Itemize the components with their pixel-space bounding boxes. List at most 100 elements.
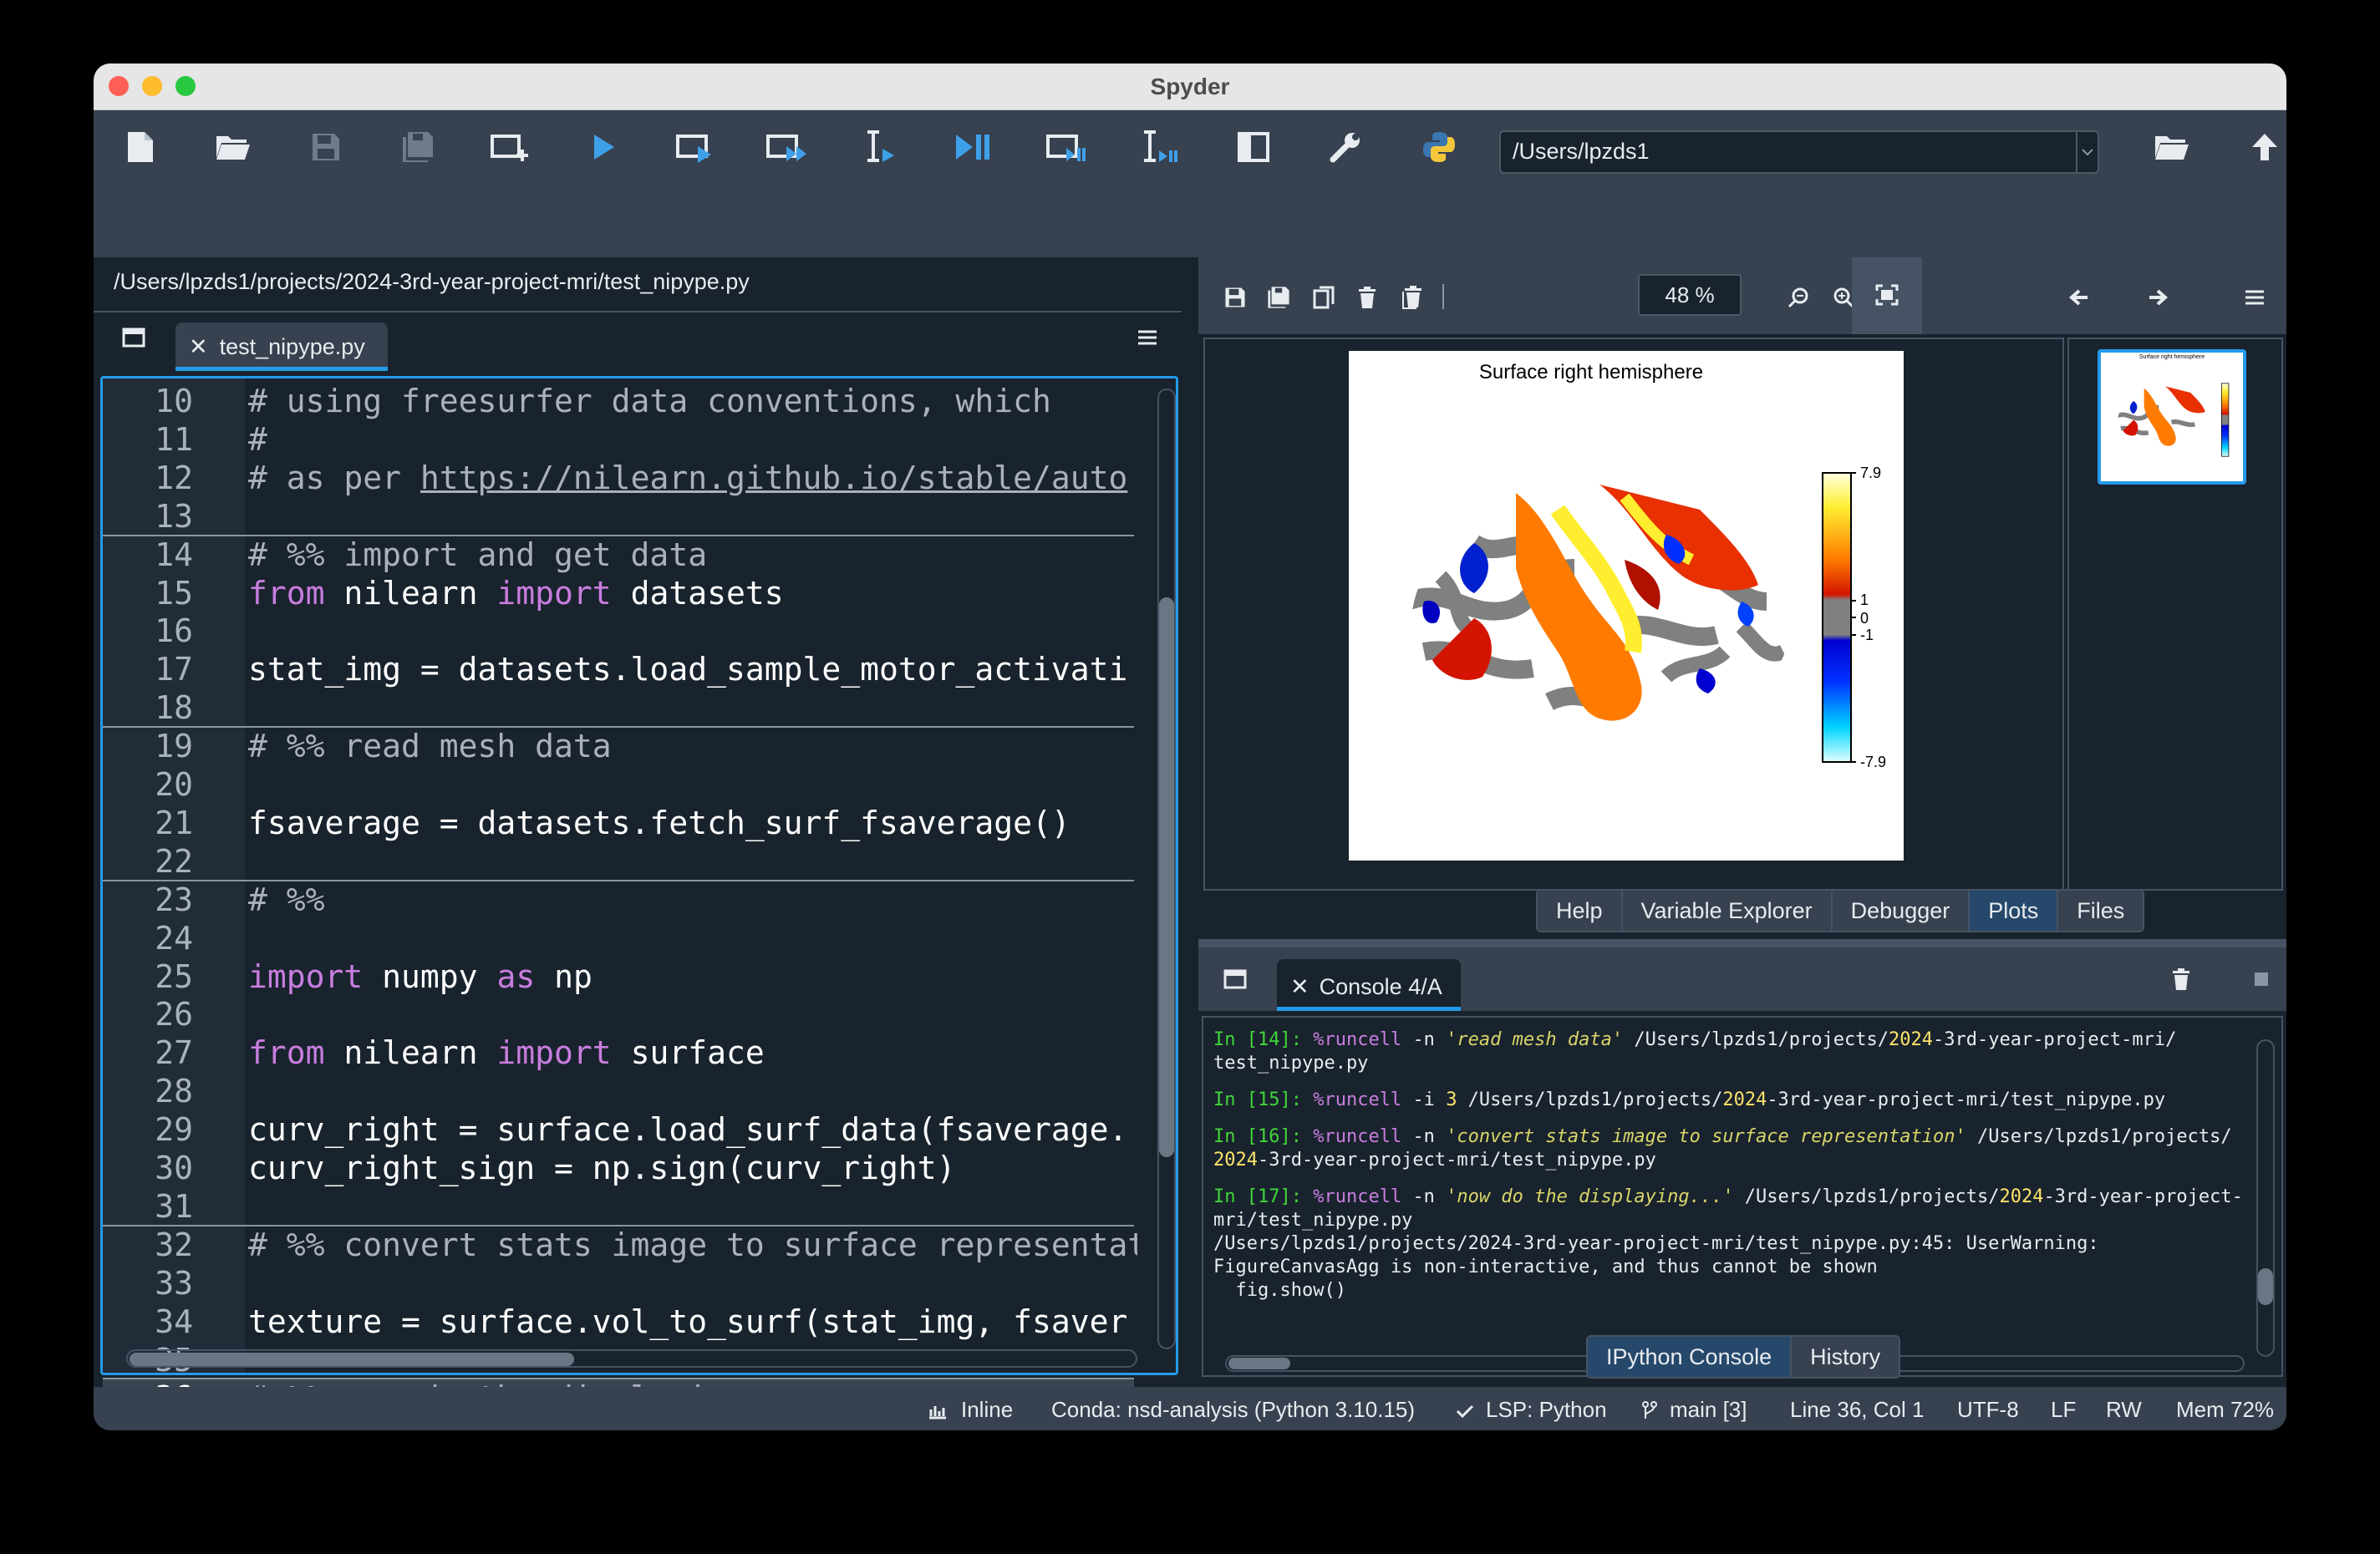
code-line[interactable]: 19 # %% read mesh data — [103, 727, 1139, 765]
browse-consoles-icon[interactable] — [1223, 969, 1247, 993]
code-line[interactable]: 18 — [103, 688, 1139, 727]
zoom-out-icon[interactable] — [1778, 277, 1818, 317]
new-file-icon[interactable] — [114, 120, 167, 174]
line-number: 32 — [155, 1226, 193, 1263]
console-token: /Users/lpzds1/projects/ — [1457, 1089, 1723, 1110]
console-token: mri/test_nipype.py — [1213, 1210, 1413, 1231]
run-selection-icon[interactable] — [854, 120, 908, 174]
parent-dir-icon[interactable] — [2238, 120, 2286, 174]
console-vertical-scroll-thumb[interactable] — [2258, 1268, 2273, 1305]
tab-debugger[interactable]: Debugger — [1832, 891, 1971, 931]
tab-variable-explorer[interactable]: Variable Explorer — [1622, 891, 1833, 931]
save-all-plots-icon[interactable] — [1259, 277, 1299, 317]
toolbar-divider — [1442, 284, 1444, 309]
remove-plot-icon[interactable] — [1347, 277, 1387, 317]
code-line[interactable]: 25 import numpy as np — [103, 957, 1139, 996]
url-link[interactable]: https://nilearn.github.io/stable/auto — [420, 460, 1127, 496]
console-vertical-scrollbar[interactable] — [2256, 1039, 2275, 1357]
next-plot-icon[interactable] — [2138, 277, 2178, 317]
code-line[interactable]: 10 # using freesurfer data conventions, w… — [103, 382, 1139, 420]
copy-plot-icon[interactable] — [1304, 277, 1344, 317]
ipython-console-output[interactable]: In [14]: %runcell -n 'read mesh data' /U… — [1202, 1016, 2283, 1377]
code-line[interactable]: 17 stat_img = datasets.load_sample_motor_… — [103, 650, 1139, 688]
code-line[interactable]: 32 # %% convert stats image to surface re… — [103, 1226, 1139, 1264]
code-line[interactable]: 27 from nilearn import surface — [103, 1033, 1139, 1072]
tab-ipython-console[interactable]: IPython Console — [1588, 1337, 1793, 1377]
code-editor[interactable]: 10 # using freesurfer data conventions, w… — [100, 376, 1178, 1418]
debug-selection-icon[interactable] — [1133, 120, 1187, 174]
code-token: surface — [611, 1034, 765, 1072]
debug-cell-icon[interactable] — [1040, 120, 1093, 174]
tab-test-nipype[interactable]: ✕ test_nipype.py — [175, 322, 388, 371]
code-line[interactable]: 13 — [103, 497, 1139, 536]
run-cell-icon[interactable] — [669, 120, 722, 174]
browse-tabs-icon[interactable] — [122, 328, 145, 352]
editor-vertical-scroll-thumb[interactable] — [1159, 597, 1174, 1157]
tab-files[interactable]: Files — [2058, 891, 2144, 931]
remove-all-plots-icon[interactable] — [1392, 277, 1432, 317]
console-output-line: fig.show() — [1213, 1280, 1345, 1302]
run-cell-advance-icon[interactable] — [760, 120, 814, 174]
lsp-status[interactable]: LSP: Python — [1456, 1397, 1607, 1423]
code-line[interactable]: 12 # as per https://nilearn.github.io/sta… — [103, 459, 1139, 497]
code-line[interactable]: 16 — [103, 612, 1139, 650]
debug-icon[interactable] — [946, 120, 999, 174]
plots-options-menu-icon[interactable] — [2235, 277, 2275, 317]
code-line[interactable]: 28 — [103, 1072, 1139, 1110]
maximize-pane-icon[interactable] — [1227, 120, 1280, 174]
code-text: # %% convert stats image to surface repr… — [248, 1226, 1137, 1264]
console-token: 2024 — [1722, 1089, 1767, 1110]
code-line[interactable]: 23 # %% — [103, 881, 1139, 919]
tab-help[interactable]: Help — [1538, 891, 1623, 931]
clear-console-icon[interactable] — [2171, 967, 2191, 995]
line-number: 12 — [155, 459, 193, 496]
conda-env-status[interactable]: Conda: nsd-analysis (Python 3.10.15) — [1051, 1397, 1415, 1423]
code-line[interactable]: 14 # %% import and get data — [103, 536, 1139, 574]
editor-options-menu-icon[interactable] — [1137, 329, 1158, 350]
working-directory-input[interactable]: /Users/lpzds1 — [1499, 130, 2099, 174]
code-line[interactable]: 31 — [103, 1187, 1139, 1226]
close-tab-icon[interactable]: ✕ — [189, 334, 208, 359]
open-file-icon[interactable] — [206, 120, 259, 174]
console-horizontal-scroll-thumb[interactable] — [1228, 1358, 1290, 1369]
code-line[interactable]: 24 — [103, 919, 1139, 957]
previous-plot-icon[interactable] — [2059, 277, 2099, 317]
tab-console-4a[interactable]: ✕ Console 4/A — [1277, 959, 1461, 1011]
line-number: 14 — [155, 536, 193, 573]
editor-horizontal-scroll-thumb[interactable] — [130, 1353, 574, 1366]
code-line[interactable]: 20 — [103, 765, 1139, 804]
run-file-icon[interactable] — [577, 120, 630, 174]
working-directory-dropdown[interactable] — [2076, 132, 2098, 172]
save-all-icon[interactable] — [391, 120, 445, 174]
preferences-icon[interactable] — [1319, 120, 1372, 174]
editor-file-path: /Users/lpzds1/projects/2024-3rd-year-pro… — [114, 269, 750, 294]
code-line[interactable]: 33 — [103, 1264, 1139, 1303]
tab-plots[interactable]: Plots — [1970, 891, 2059, 931]
python-path-icon[interactable] — [1412, 120, 1466, 174]
code-line[interactable]: 29 curv_right = surface.load_surf_data(fs… — [103, 1110, 1139, 1149]
thumbnail-title: Surface right hemisphere — [2138, 354, 2205, 360]
plot-figure[interactable]: Surface right hemisphere 7.9 1 0 -1 -7.9 — [1349, 351, 1904, 861]
git-branch-status[interactable]: main [3] — [1641, 1397, 1747, 1423]
browse-dir-icon[interactable] — [2144, 120, 2198, 174]
comment: # %% — [248, 881, 325, 918]
stop-execution-icon[interactable] — [2255, 973, 2268, 986]
close-console-tab-icon[interactable]: ✕ — [1290, 974, 1310, 999]
code-line[interactable]: 11 # — [103, 420, 1139, 459]
code-line[interactable]: 22 — [103, 842, 1139, 881]
save-plot-icon[interactable] — [1215, 277, 1255, 317]
zoom-level-input[interactable]: 48 % — [1638, 274, 1742, 316]
new-cell-icon[interactable] — [483, 120, 537, 174]
code-line[interactable]: 15 from nilearn import datasets — [103, 574, 1139, 612]
fit-plot-button[interactable] — [1852, 257, 1922, 334]
plots-mode-status[interactable]: Inline — [928, 1397, 1013, 1423]
pane-splitter[interactable] — [1198, 939, 2286, 947]
tab-history[interactable]: History — [1792, 1337, 1899, 1377]
save-file-icon[interactable] — [299, 120, 353, 174]
code-line[interactable]: 21 fsaverage = datasets.fetch_surf_fsaver… — [103, 804, 1139, 842]
code-line[interactable]: 30 curv_right_sign = np.sign(curv_right) — [103, 1149, 1139, 1187]
code-line[interactable]: 26 — [103, 995, 1139, 1033]
plot-thumbnail[interactable]: Surface right hemisphere — [2098, 349, 2246, 485]
code-line[interactable]: 34 texture = surface.vol_to_surf(stat_img… — [103, 1303, 1139, 1341]
magic-command: %runcell — [1313, 1126, 1402, 1147]
